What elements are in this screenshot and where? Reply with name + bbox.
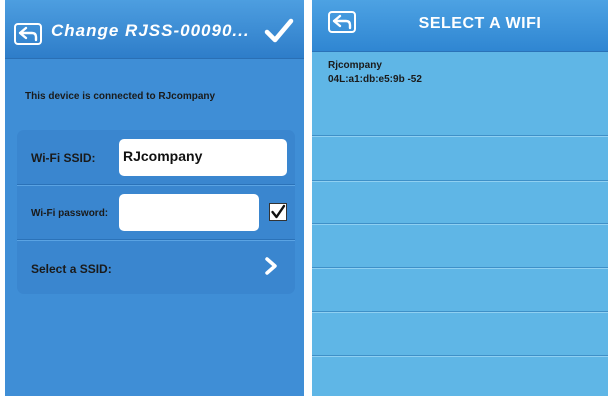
chevron-right-icon: [265, 257, 277, 275]
password-input[interactable]: [119, 194, 259, 231]
password-row: Wi-Fi password:: [17, 185, 295, 240]
header-bar: Change RJSS-00090...: [5, 0, 304, 59]
page-title: SELECT A WIFI: [418, 15, 542, 32]
checkbox-check-icon: [271, 204, 286, 219]
list-divider: [312, 180, 608, 181]
back-button[interactable]: [14, 23, 42, 45]
select-wifi-screen: SELECT A WIFI Rjcompany 04L:a1:db:e5:9b …: [312, 0, 608, 396]
connection-status-text: This device is connected to RJcompany: [25, 91, 216, 102]
back-arrow-icon: [332, 14, 352, 30]
list-divider: [312, 135, 608, 136]
list-divider: [312, 355, 608, 356]
show-password-checkbox[interactable]: [269, 203, 287, 221]
list-divider: [312, 267, 608, 268]
change-device-screen: Change RJSS-00090... This device is conn…: [5, 0, 304, 396]
header-bar: SELECT A WIFI: [312, 0, 608, 52]
ssid-row: Wi-Fi SSID: RJcompany: [17, 130, 295, 185]
list-divider: [312, 223, 608, 224]
network-details: 04L:a1:db:e5:9b -52: [328, 74, 422, 85]
list-divider: [312, 311, 608, 312]
select-ssid-row[interactable]: Select a SSID:: [17, 240, 295, 295]
select-ssid-label: Select a SSID:: [31, 262, 112, 276]
ssid-label: Wi-Fi SSID:: [31, 151, 96, 165]
checkmark-icon[interactable]: [264, 18, 294, 44]
password-label: Wi-Fi password:: [31, 208, 109, 219]
back-arrow-icon: [18, 26, 38, 42]
ssid-input[interactable]: RJcompany: [119, 139, 287, 176]
wifi-settings-card: Wi-Fi SSID: RJcompany Wi-Fi password: Se…: [17, 130, 295, 294]
page-title: Change RJSS-00090...: [51, 21, 250, 40]
network-name: Rjcompany: [328, 60, 382, 71]
